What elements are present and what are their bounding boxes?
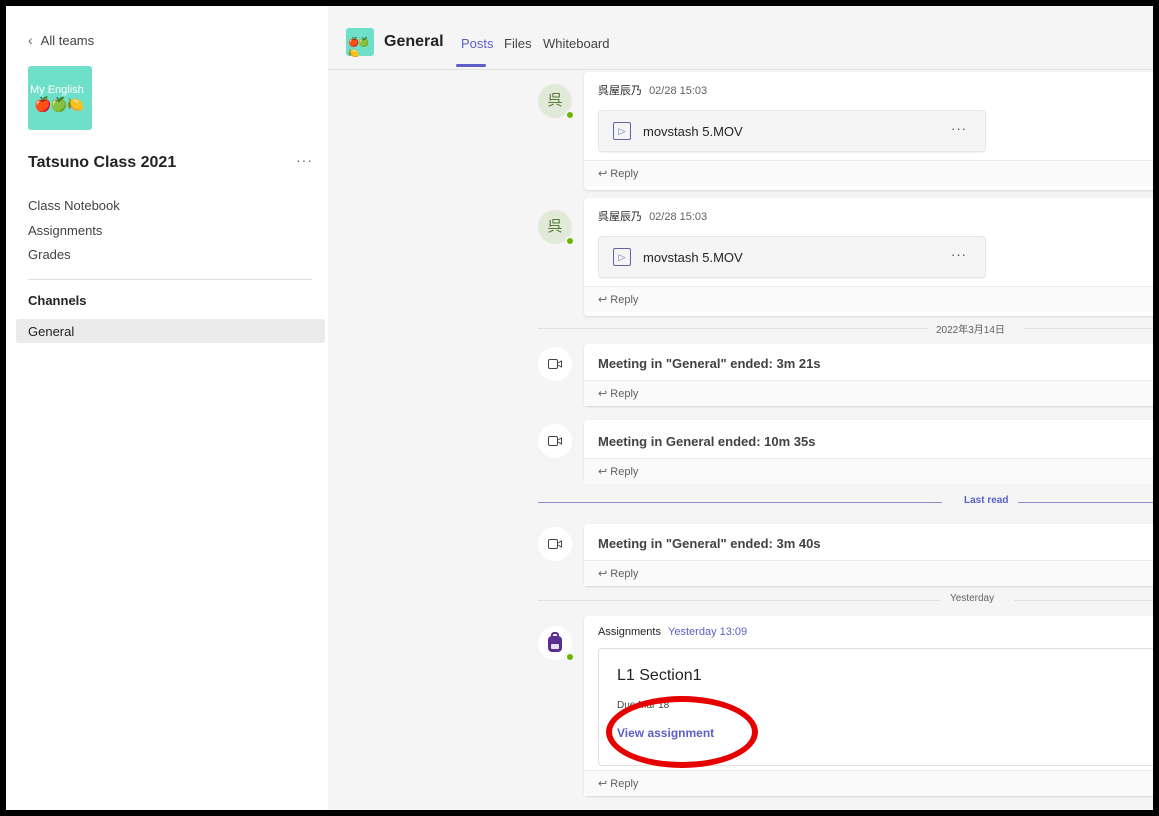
- presence-available-icon: [565, 110, 575, 120]
- class-notebook-link[interactable]: Class Notebook: [28, 198, 120, 213]
- message-author: 呉屋辰乃: [598, 211, 642, 223]
- file-more-options-button[interactable]: ···: [951, 121, 967, 136]
- reply-button[interactable]: ↩ Reply: [584, 160, 1153, 186]
- teams-window: ‹ All teams My English 🍎🍏🍋 Tatsuno Class…: [6, 6, 1153, 810]
- meeting-card: Meeting in General ended: 10m 35s ↩ Repl…: [584, 420, 1153, 484]
- reply-button[interactable]: ↩ Reply: [584, 560, 1153, 586]
- reply-button[interactable]: ↩ Reply: [584, 458, 1153, 484]
- reply-label: Reply: [610, 168, 639, 180]
- meeting-card: Meeting in "General" ended: 3m 21s ↩ Rep…: [584, 344, 1153, 406]
- presence-available-icon: [565, 236, 575, 246]
- reply-icon: ↩: [598, 466, 611, 478]
- video-play-icon: ▷: [613, 248, 631, 266]
- file-name: movstash 5.MOV: [643, 250, 743, 265]
- team-more-options-button[interactable]: ···: [296, 152, 313, 168]
- last-read-separator: Last read: [538, 494, 1153, 510]
- team-logo-text: My English: [30, 84, 84, 96]
- channel-title: General: [384, 33, 444, 50]
- reply-label: Reply: [610, 294, 639, 306]
- message-meta: 呉屋辰乃 02/28 15:03: [598, 82, 707, 98]
- message-meta: Assignments Yesterday 13:09: [598, 626, 747, 638]
- reply-button[interactable]: ↩ Reply: [584, 286, 1153, 312]
- tab-posts[interactable]: Posts: [461, 36, 494, 51]
- team-logo: My English 🍎🍏🍋: [28, 66, 92, 130]
- chevron-left-icon: ‹: [28, 32, 33, 48]
- date-separator: Yesterday: [538, 592, 1153, 608]
- reply-label: Reply: [610, 778, 639, 790]
- meeting-ended-text: Meeting in "General" ended: 3m 40s: [598, 536, 821, 551]
- message-author: Assignments: [598, 626, 661, 638]
- last-read-line: [538, 502, 942, 503]
- reply-icon: ↩: [598, 168, 611, 180]
- all-teams-label: All teams: [40, 32, 95, 48]
- reply-icon: ↩: [598, 568, 611, 580]
- channel-header: 🍎🍏🍋 General Posts Files Whiteboard: [328, 6, 1153, 70]
- file-more-options-button[interactable]: ···: [951, 247, 967, 262]
- meeting-icon: [538, 527, 572, 561]
- assignments-link[interactable]: Assignments: [28, 223, 102, 238]
- avatar-initial: 呉: [547, 218, 563, 235]
- reply-icon: ↩: [598, 778, 611, 790]
- separator-line: [538, 328, 928, 329]
- team-name: Tatsuno Class 2021: [28, 154, 177, 171]
- reply-icon: ↩: [598, 294, 611, 306]
- file-attachment[interactable]: ▷ movstash 5.MOV ···: [598, 110, 986, 152]
- separator-line: [1014, 600, 1153, 601]
- posts-feed: 呉 呉屋辰乃 02/28 15:03 ▷ movstash 5.MOV ··· …: [328, 70, 1153, 810]
- meeting-ended-text: Meeting in General ended: 10m 35s: [598, 434, 816, 449]
- last-read-line: [1018, 502, 1153, 503]
- meeting-card: Meeting in "General" ended: 3m 40s ↩ Rep…: [584, 524, 1153, 586]
- message-card: 呉屋辰乃 02/28 15:03 ▷ movstash 5.MOV ··· ↩ …: [584, 198, 1153, 316]
- all-teams-link[interactable]: ‹ All teams: [28, 32, 94, 48]
- file-name: movstash 5.MOV: [643, 124, 743, 139]
- avatar[interactable]: 呉: [538, 210, 575, 246]
- channel-team-icon: 🍎🍏🍋: [346, 28, 374, 58]
- grades-link[interactable]: Grades: [28, 247, 71, 262]
- assignment-title: L1 Section1: [617, 667, 702, 684]
- meeting-ended-text: Meeting in "General" ended: 3m 21s: [598, 356, 821, 371]
- presence-available-icon: [565, 652, 575, 662]
- channel-item-label: General: [28, 324, 75, 339]
- avatar-initial: 呉: [547, 92, 563, 109]
- channel-item-general[interactable]: General: [16, 319, 325, 343]
- sidebar-divider: [28, 279, 312, 280]
- reply-label: Reply: [610, 466, 639, 478]
- reply-label: Reply: [610, 388, 639, 400]
- message-author: 呉屋辰乃: [598, 85, 642, 97]
- reply-label: Reply: [610, 568, 639, 580]
- file-attachment[interactable]: ▷ movstash 5.MOV ···: [598, 236, 986, 278]
- tab-files[interactable]: Files: [504, 36, 531, 51]
- last-read-label: Last read: [964, 495, 1009, 506]
- reply-button[interactable]: ↩ Reply: [584, 380, 1153, 406]
- date-label: 2022年3月14日: [936, 325, 1005, 336]
- meeting-icon: [538, 347, 572, 381]
- reply-icon: ↩: [598, 388, 611, 400]
- date-separator: 2022年3月14日: [538, 320, 1153, 336]
- video-play-icon: ▷: [613, 122, 631, 140]
- message-meta: 呉屋辰乃 02/28 15:03: [598, 208, 707, 224]
- date-label: Yesterday: [950, 593, 995, 604]
- message-time: Yesterday 13:09: [668, 626, 748, 638]
- separator-line: [538, 600, 940, 601]
- separator-line: [1024, 328, 1153, 329]
- apples-icon: 🍎🍏🍋: [34, 96, 84, 112]
- message-time: 02/28 15:03: [649, 85, 708, 97]
- tab-whiteboard[interactable]: Whiteboard: [543, 36, 609, 51]
- message-card: 呉屋辰乃 02/28 15:03 ▷ movstash 5.MOV ··· ↩ …: [584, 72, 1153, 190]
- assignments-app-avatar[interactable]: [538, 626, 575, 662]
- team-sidebar: ‹ All teams My English 🍎🍏🍋 Tatsuno Class…: [6, 6, 328, 810]
- channels-heading: Channels: [28, 293, 87, 308]
- avatar[interactable]: 呉: [538, 84, 575, 120]
- active-tab-indicator: [456, 64, 486, 67]
- highlight-circle-annotation: [606, 696, 758, 768]
- message-time: 02/28 15:03: [649, 211, 708, 223]
- meeting-icon: [538, 424, 572, 458]
- reply-button[interactable]: ↩ Reply: [584, 770, 1153, 796]
